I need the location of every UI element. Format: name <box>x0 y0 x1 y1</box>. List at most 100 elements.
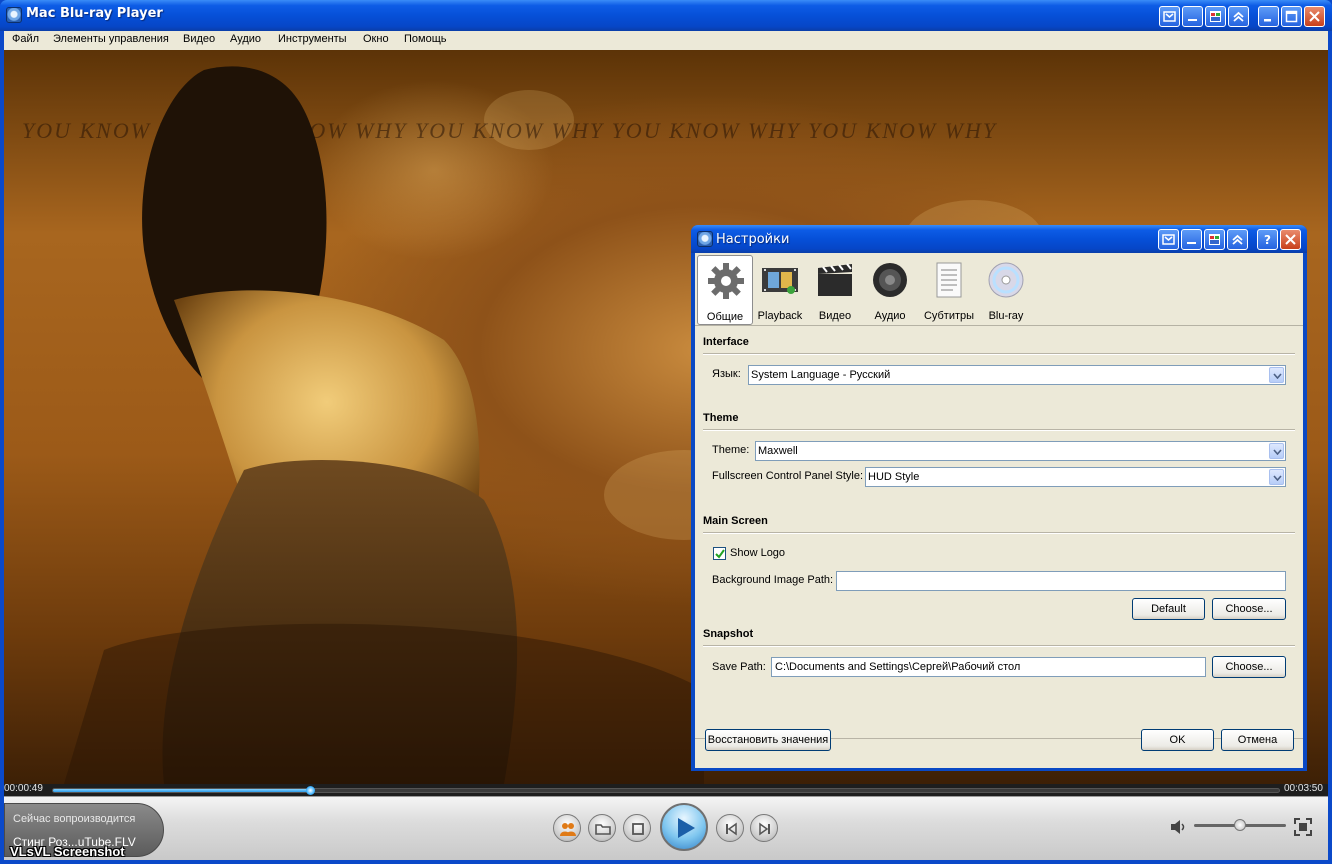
menu-bar: Файл Элементы управления Видео Аудио Инс… <box>4 31 1328 50</box>
settings-body: Общие Playback Видео Аудио Субтитры Blu-… <box>695 253 1303 768</box>
fullscreen-style-value: HUD Style <box>868 471 920 483</box>
theme-select[interactable]: Maxwell <box>755 441 1286 461</box>
chevron-down-icon <box>1273 373 1282 379</box>
divider <box>703 429 1295 431</box>
background-path-label: Background Image Path: <box>712 574 834 586</box>
divider <box>703 353 1295 355</box>
choose-save-path-button[interactable]: Choose... <box>1212 656 1286 678</box>
watermark: VLsVL Screenshot <box>10 844 125 859</box>
close-icon <box>1309 11 1320 22</box>
menu-tools[interactable]: Инструменты <box>278 33 347 45</box>
settings-pin-button[interactable] <box>1227 229 1248 250</box>
playlist-button[interactable] <box>553 814 581 842</box>
theme-dropdown-button[interactable] <box>1269 443 1284 459</box>
svg-text:?: ? <box>1264 233 1271 246</box>
menu-help[interactable]: Помощь <box>404 33 447 45</box>
seek-handle[interactable] <box>306 786 316 795</box>
settings-compact-button[interactable] <box>1181 229 1202 250</box>
settings-theme-button[interactable] <box>1204 229 1225 250</box>
chevron-down-icon <box>1273 475 1282 481</box>
volume-slider[interactable] <box>1194 819 1286 831</box>
divider <box>703 645 1295 647</box>
settings-app-icon <box>697 231 713 247</box>
tab-playback[interactable]: Playback <box>752 255 808 325</box>
play-button[interactable] <box>660 803 708 851</box>
section-theme-heading: Theme <box>703 412 739 424</box>
maximize-icon <box>1285 10 1298 23</box>
settings-title-bar: Настройки ? <box>691 225 1307 253</box>
now-playing-label: Сейчас вопроизводится <box>13 813 136 825</box>
language-select[interactable]: System Language - Русский <box>748 365 1286 385</box>
people-icon <box>560 823 576 836</box>
double-chevron-up-icon <box>1233 11 1244 22</box>
stop-button[interactable] <box>623 814 651 842</box>
tab-general[interactable]: Общие <box>697 255 753 325</box>
tab-video[interactable]: Видео <box>807 255 863 325</box>
volume-handle[interactable] <box>1234 819 1246 831</box>
show-logo-checkbox[interactable] <box>713 547 726 560</box>
menu-file[interactable]: Файл <box>12 33 39 45</box>
double-chevron-up-icon <box>1232 234 1243 245</box>
close-button[interactable] <box>1304 6 1325 27</box>
settings-close-button[interactable] <box>1280 229 1301 250</box>
folder-icon <box>595 824 611 835</box>
help-icon: ? <box>1264 233 1271 246</box>
section-snapshot-heading: Snapshot <box>703 628 754 640</box>
tab-subtitles[interactable]: Субтитры <box>921 255 977 325</box>
seek-bar[interactable] <box>52 786 1280 795</box>
default-button[interactable]: Default <box>1132 598 1205 620</box>
save-path-label: Save Path: <box>712 661 766 673</box>
fullscreen-style-select[interactable]: HUD Style <box>865 467 1286 487</box>
minimize-button[interactable] <box>1258 6 1279 27</box>
tab-audio[interactable]: Аудио <box>862 255 918 325</box>
compact-icon <box>1188 19 1197 21</box>
restore-defaults-button[interactable]: Восстановить значения <box>705 729 831 751</box>
settings-dialog: Настройки ? Общие Playback Видео Аудио С… <box>691 225 1307 771</box>
settings-mini-button[interactable] <box>1158 229 1179 250</box>
menu-video[interactable]: Видео <box>183 33 215 45</box>
save-path-input[interactable]: C:\Documents and Settings\Сергей\Рабочий… <box>771 657 1206 677</box>
tab-playback-label: Playback <box>757 310 803 322</box>
tab-bluray-label: Blu-ray <box>988 310 1024 322</box>
window-title: Mac Blu-ray Player <box>26 6 163 21</box>
menu-audio[interactable]: Аудио <box>230 33 261 45</box>
tab-video-label: Видео <box>818 310 852 322</box>
compact-button[interactable] <box>1182 6 1203 27</box>
palette-icon <box>1209 234 1220 245</box>
help-button[interactable]: ? <box>1257 229 1278 250</box>
minimize-icon <box>1264 19 1271 22</box>
fullscreen-style-dropdown-button[interactable] <box>1269 469 1284 485</box>
choose-background-button[interactable]: Choose... <box>1212 598 1286 620</box>
mini-mode-icon <box>1163 11 1176 22</box>
menu-window[interactable]: Окно <box>363 33 389 45</box>
speaker-icon <box>873 263 907 297</box>
close-icon <box>1285 234 1296 245</box>
menu-controls[interactable]: Элементы управления <box>53 33 169 45</box>
title-bar: Mac Blu-ray Player <box>0 0 1332 31</box>
next-button[interactable] <box>750 814 778 842</box>
theme-button[interactable] <box>1205 6 1226 27</box>
tab-general-label: Общие <box>706 311 744 323</box>
main-window: Mac Blu-ray Player Файл Элементы управле… <box>0 0 1332 864</box>
theme-value: Maxwell <box>758 445 798 457</box>
clapperboard-icon <box>818 263 852 296</box>
volume-icon[interactable] <box>1170 819 1188 835</box>
theme-label: Theme: <box>712 444 750 456</box>
fullscreen-style-label: Fullscreen Control Panel Style: <box>712 470 864 482</box>
tab-bluray[interactable]: Blu-ray <box>978 255 1034 325</box>
language-dropdown-button[interactable] <box>1269 367 1284 383</box>
background-path-input[interactable] <box>836 571 1286 591</box>
previous-button[interactable] <box>716 814 744 842</box>
cancel-button[interactable]: Отмена <box>1221 729 1294 751</box>
total-time: 00:03:50 <box>1284 783 1323 794</box>
disc-icon <box>988 262 1024 298</box>
gear-icon <box>708 263 744 299</box>
play-icon <box>678 818 695 838</box>
skip-next-icon <box>759 822 770 836</box>
fullscreen-icon[interactable] <box>1294 818 1312 836</box>
always-on-top-button[interactable] <box>1228 6 1249 27</box>
skin-mini-button[interactable] <box>1159 6 1180 27</box>
ok-button[interactable]: OK <box>1141 729 1214 751</box>
maximize-button[interactable] <box>1281 6 1302 27</box>
open-file-button[interactable] <box>588 814 616 842</box>
